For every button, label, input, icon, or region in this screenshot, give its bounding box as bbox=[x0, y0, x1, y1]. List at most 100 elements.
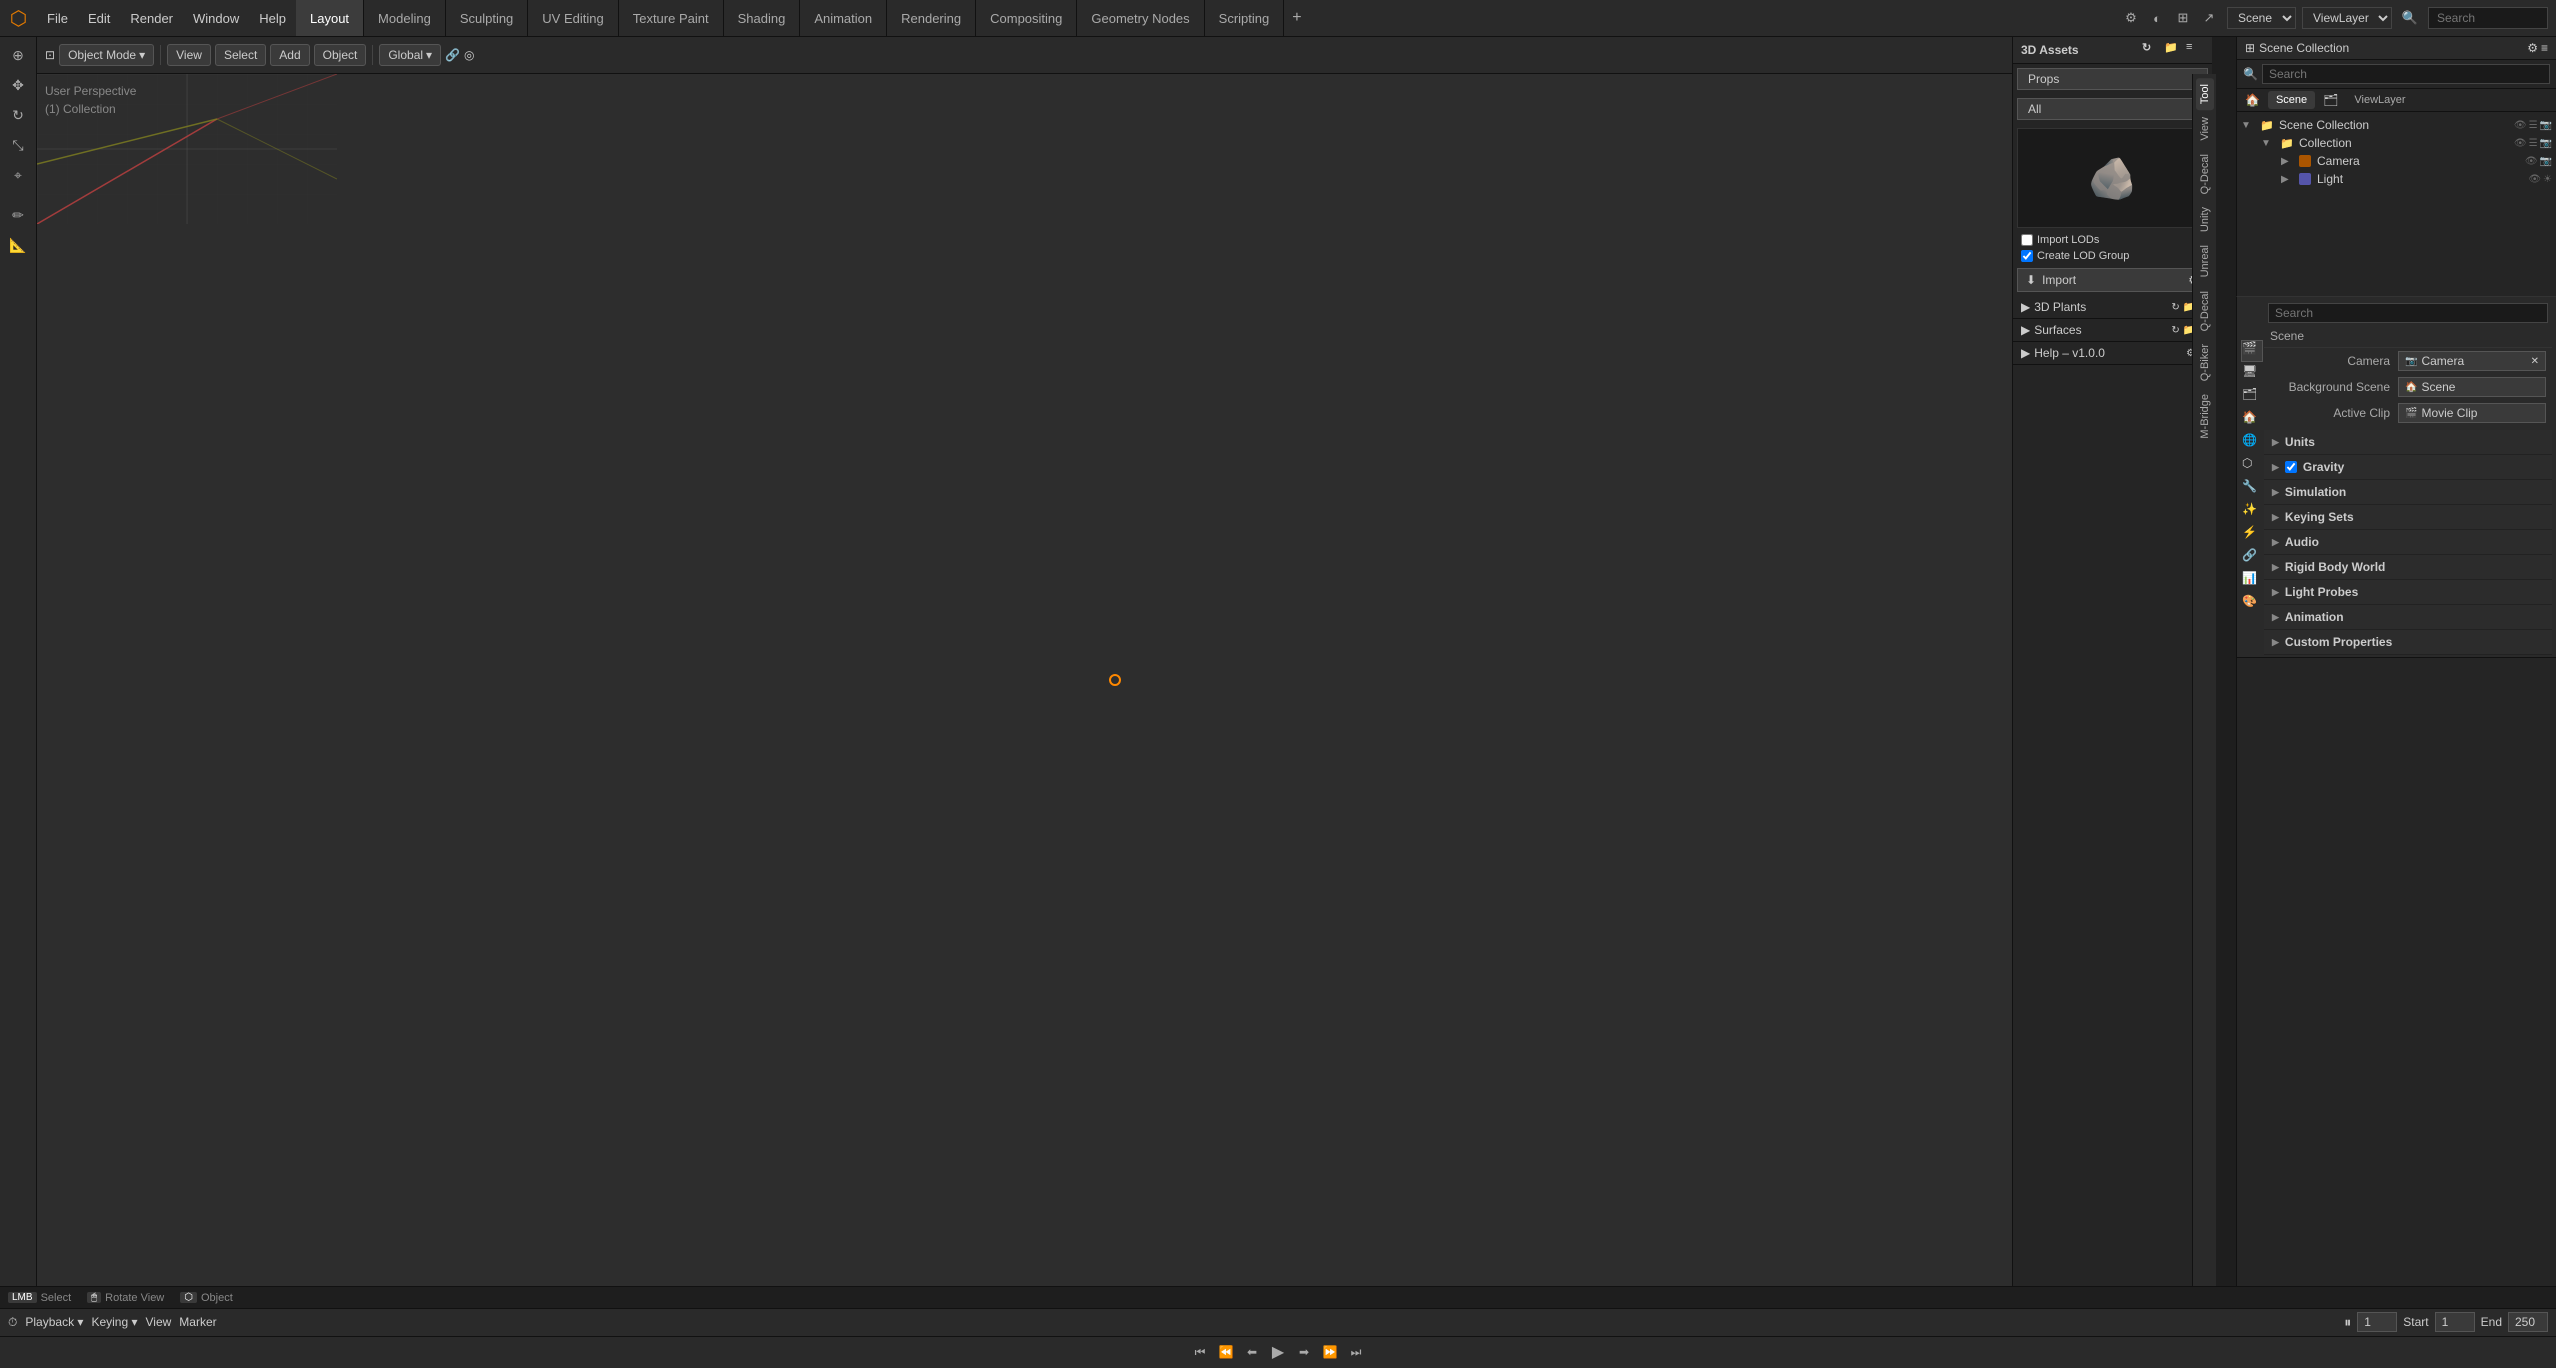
transform-tool[interactable]: ⌖ bbox=[4, 161, 32, 189]
view-menu[interactable]: View bbox=[167, 44, 211, 66]
subcategory-surfaces[interactable]: ▶ Surfaces ↻ 📁 ≡ bbox=[2013, 319, 2212, 342]
props-modifier-icon[interactable]: 🔧 bbox=[2241, 478, 2263, 500]
step-forward-btn[interactable]: ⏩ bbox=[1319, 1341, 1341, 1363]
props-scene-icon[interactable]: 🏠 bbox=[2241, 409, 2263, 431]
camera-prop-value[interactable]: 📷 Camera ✕ bbox=[2398, 351, 2546, 371]
jump-start-btn[interactable]: ⏮ bbox=[1189, 1341, 1211, 1363]
viewport-3d[interactable]: User Perspective (1) Collection X Y Z bbox=[37, 74, 2192, 1286]
props-physics-icon[interactable]: ⚡ bbox=[2241, 524, 2263, 546]
menu-help[interactable]: Help bbox=[249, 0, 296, 36]
object-menu[interactable]: Object bbox=[314, 44, 367, 66]
scale-tool[interactable]: ⤡ bbox=[4, 131, 32, 159]
outliner-tab-viewlayer[interactable]: ViewLayer bbox=[2346, 91, 2413, 109]
prev-keyframe-btn[interactable]: ⬅ bbox=[1241, 1341, 1263, 1363]
tab-shading[interactable]: Shading bbox=[724, 0, 801, 36]
tree-item-light[interactable]: ▶ Light 👁 ☀ bbox=[2237, 170, 2556, 188]
timeline-view-menu[interactable]: View bbox=[146, 1315, 172, 1329]
props-view-layer-icon[interactable]: 🗂 bbox=[2241, 386, 2263, 408]
tree-item-camera[interactable]: ▶ Camera 👁 📷 bbox=[2237, 152, 2556, 170]
subcategory-help[interactable]: ▶ Help – v1.0.0 ⚙ ≡ bbox=[2013, 342, 2212, 365]
viewlayer-selector[interactable]: ViewLayer bbox=[2302, 7, 2392, 29]
menu-file[interactable]: File bbox=[37, 0, 78, 36]
render-engine-icon[interactable]: ⚙ bbox=[2119, 6, 2143, 30]
subcategory-3d-plants[interactable]: ▶ 3D Plants ↻ 📁 ≡ bbox=[2013, 296, 2212, 319]
menu-edit[interactable]: Edit bbox=[78, 0, 120, 36]
search-icon[interactable]: 🔍 bbox=[2398, 6, 2422, 30]
playback-dropdown[interactable]: Playback ▾ bbox=[25, 1315, 83, 1329]
marker-menu[interactable]: Marker bbox=[179, 1315, 216, 1329]
gizmo-icon[interactable]: ↗ bbox=[2197, 6, 2221, 30]
import-lods-checkbox[interactable] bbox=[2021, 234, 2033, 246]
annotate-tool[interactable]: ✏ bbox=[4, 201, 32, 229]
props-constraint-icon[interactable]: 🔗 bbox=[2241, 547, 2263, 569]
audio-header[interactable]: ▶ Audio bbox=[2264, 530, 2552, 554]
camera-icon[interactable]: 📷 bbox=[2540, 138, 2552, 149]
tab-add-button[interactable]: + bbox=[1284, 0, 1309, 36]
menu-window[interactable]: Window bbox=[183, 0, 249, 36]
snap-icon[interactable]: 🔗 bbox=[445, 48, 460, 62]
assets-folder-icon[interactable]: 📁 bbox=[2164, 41, 2182, 59]
tree-item-collection[interactable]: ▼ 📁 Collection 👁 ☰ 📷 bbox=[2237, 134, 2556, 152]
viewport-shading-icon[interactable]: ◐ bbox=[2145, 6, 2169, 30]
overlay-icon[interactable]: ⊞ bbox=[2171, 6, 2195, 30]
background-scene-value[interactable]: 🏠 Scene bbox=[2398, 377, 2546, 397]
start-frame-input[interactable]: 1 bbox=[2435, 1312, 2475, 1332]
gravity-checkbox[interactable] bbox=[2285, 461, 2297, 473]
jump-end-btn[interactable]: ⏭ bbox=[1345, 1341, 1367, 1363]
assets-menu-icon[interactable]: ≡ bbox=[2186, 41, 2204, 59]
props-material-icon[interactable]: 🎨 bbox=[2241, 593, 2263, 615]
current-frame-input[interactable]: 1 bbox=[2357, 1312, 2397, 1332]
assets-filter-dropdown[interactable]: All bbox=[2017, 98, 2208, 120]
tab-geometry-nodes[interactable]: Geometry Nodes bbox=[1077, 0, 1204, 36]
filter-icon[interactable]: ☰ bbox=[2529, 138, 2538, 149]
props-object-icon[interactable]: ⬡ bbox=[2241, 455, 2263, 477]
tab-layout[interactable]: Layout bbox=[296, 0, 364, 36]
search-input-top[interactable] bbox=[2428, 7, 2548, 29]
camera-icon[interactable]: 📷 bbox=[2540, 156, 2552, 167]
create-lod-group-checkbox[interactable] bbox=[2021, 250, 2033, 262]
n-panel-tab-mbridge[interactable]: M-Bridge bbox=[2196, 388, 2214, 445]
n-panel-tab-tool[interactable]: Tool bbox=[2196, 78, 2214, 110]
import-button[interactable]: ⬇ Import ⚙ bbox=[2017, 268, 2208, 292]
custom-properties-header[interactable]: ▶ Custom Properties bbox=[2264, 630, 2552, 654]
assets-category-dropdown[interactable]: Props bbox=[2017, 68, 2208, 90]
gravity-header[interactable]: ▶ Gravity bbox=[2264, 455, 2552, 479]
tab-sculpting[interactable]: Sculpting bbox=[446, 0, 528, 36]
eye-icon[interactable]: 👁 bbox=[2514, 138, 2527, 149]
sort-icon[interactable]: ≡ bbox=[2541, 41, 2548, 55]
props-render-icon[interactable]: 🎬 bbox=[2241, 340, 2263, 362]
keying-dropdown[interactable]: Keying ▾ bbox=[91, 1315, 137, 1329]
props-output-icon[interactable]: 🖥 bbox=[2241, 363, 2263, 385]
refresh-icon[interactable]: ↻ bbox=[2171, 302, 2179, 313]
props-data-icon[interactable]: 📊 bbox=[2241, 570, 2263, 592]
eye-icon[interactable]: 👁 bbox=[2514, 120, 2527, 131]
play-btn[interactable]: ▶ bbox=[1267, 1341, 1289, 1363]
step-back-btn[interactable]: ⏪ bbox=[1215, 1341, 1237, 1363]
add-menu[interactable]: Add bbox=[270, 44, 309, 66]
active-clip-value[interactable]: 🎬 Movie Clip bbox=[2398, 403, 2546, 423]
object-mode-dropdown[interactable]: Object Mode ▾ bbox=[59, 44, 154, 66]
n-panel-tab-view[interactable]: View bbox=[2196, 111, 2214, 147]
n-panel-tab-qbiker[interactable]: Q-Biker bbox=[2196, 338, 2214, 387]
animation-header[interactable]: ▶ Animation bbox=[2264, 605, 2552, 629]
measure-tool[interactable]: 📐 bbox=[4, 231, 32, 259]
transform-dropdown[interactable]: Global ▾ bbox=[379, 44, 441, 66]
tab-modeling[interactable]: Modeling bbox=[364, 0, 446, 36]
next-keyframe-btn[interactable]: ➡ bbox=[1293, 1341, 1315, 1363]
sun-icon[interactable]: ☀ bbox=[2543, 174, 2552, 185]
eye-icon[interactable]: 👁 bbox=[2525, 156, 2538, 167]
outliner-search-input[interactable] bbox=[2262, 64, 2550, 84]
n-panel-tab-qdecal[interactable]: Q-Decal bbox=[2196, 148, 2214, 200]
tab-compositing[interactable]: Compositing bbox=[976, 0, 1077, 36]
n-panel-tab-qdecal2[interactable]: Q-Decal bbox=[2196, 285, 2214, 337]
viewport-type-icon[interactable]: ⊡ bbox=[45, 48, 55, 62]
timeline-type-icon[interactable]: ⏱ bbox=[8, 1315, 17, 1330]
units-header[interactable]: ▶ Units bbox=[2264, 430, 2552, 454]
tree-item-scene-collection[interactable]: ▼ 📁 Scene Collection 👁 ☰ 📷 bbox=[2237, 116, 2556, 134]
cursor-tool[interactable]: ⊕ bbox=[4, 41, 32, 69]
tab-rendering[interactable]: Rendering bbox=[887, 0, 976, 36]
scene-selector[interactable]: Scene bbox=[2227, 7, 2296, 29]
assets-refresh-icon[interactable]: ↻ bbox=[2142, 41, 2160, 59]
props-particle-icon[interactable]: ✨ bbox=[2241, 501, 2263, 523]
move-tool[interactable]: ✥ bbox=[4, 71, 32, 99]
